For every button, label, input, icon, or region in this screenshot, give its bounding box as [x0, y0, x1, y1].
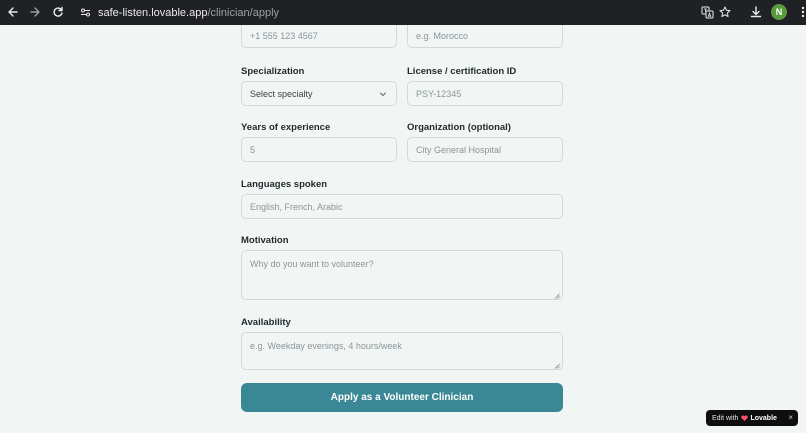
url-text: safe-listen.lovable.app/clinician/apply — [98, 7, 279, 19]
specialization-label: Specialization — [241, 66, 305, 77]
languages-input[interactable]: English, French, Arabic — [241, 194, 563, 219]
lovable-heart-icon — [741, 415, 749, 421]
apply-submit-button[interactable]: Apply as a Volunteer Clinician — [241, 383, 563, 412]
resize-handle-icon[interactable] — [554, 361, 560, 369]
organization-input[interactable]: City General Hospital — [407, 137, 563, 162]
availability-placeholder: e.g. Weekday evenings, 4 hours/week — [250, 341, 402, 351]
back-arrow-icon[interactable] — [2, 1, 24, 23]
bookmark-star-icon[interactable] — [714, 1, 736, 23]
license-label: License / certification ID — [407, 66, 517, 77]
languages-label: Languages spoken — [241, 179, 328, 190]
experience-label: Years of experience — [241, 122, 331, 133]
forward-arrow-icon[interactable] — [24, 1, 46, 23]
experience-input[interactable]: 5 — [241, 137, 397, 162]
phone-input[interactable]: +1 555 123 4567 — [241, 25, 397, 48]
badge-close-icon[interactable]: × — [788, 413, 793, 422]
country-input[interactable]: e.g. Morocco — [407, 25, 563, 48]
lovable-brand: Lovable — [741, 414, 777, 422]
availability-textarea[interactable]: e.g. Weekday evenings, 4 hours/week — [241, 332, 563, 370]
edit-with-lovable-badge[interactable]: Edit with Lovable × — [706, 410, 798, 426]
availability-label: Availability — [241, 317, 291, 328]
reload-icon[interactable] — [47, 1, 69, 23]
resize-handle-icon[interactable] — [554, 291, 560, 299]
motivation-placeholder: Why do you want to volunteer? — [250, 259, 374, 269]
url-path: /clinician/apply — [207, 6, 280, 19]
profile-avatar[interactable]: N — [771, 4, 787, 20]
address-bar[interactable]: safe-listen.lovable.app/clinician/apply — [74, 2, 684, 23]
kebab-menu-icon[interactable] — [792, 1, 806, 23]
chevron-down-icon — [379, 90, 387, 98]
download-icon[interactable] — [745, 1, 767, 23]
badge-prefix: Edit with — [712, 414, 739, 422]
motivation-label: Motivation — [241, 235, 289, 246]
license-input[interactable]: PSY-12345 — [407, 81, 563, 106]
motivation-textarea[interactable]: Why do you want to volunteer? — [241, 250, 563, 300]
site-info-icon[interactable] — [78, 6, 92, 20]
specialization-select[interactable]: Select specialty — [241, 81, 397, 106]
specialization-selected-value: Select specialty — [250, 88, 313, 99]
lovable-brand-text: Lovable — [750, 414, 777, 422]
clinician-application-form: +1 555 123 4567 e.g. Morocco Specializat… — [0, 25, 806, 433]
organization-label: Organization (optional) — [407, 122, 511, 133]
url-host: safe-listen.lovable.app — [98, 6, 208, 19]
browser-toolbar: safe-listen.lovable.app/clinician/apply … — [0, 0, 806, 25]
